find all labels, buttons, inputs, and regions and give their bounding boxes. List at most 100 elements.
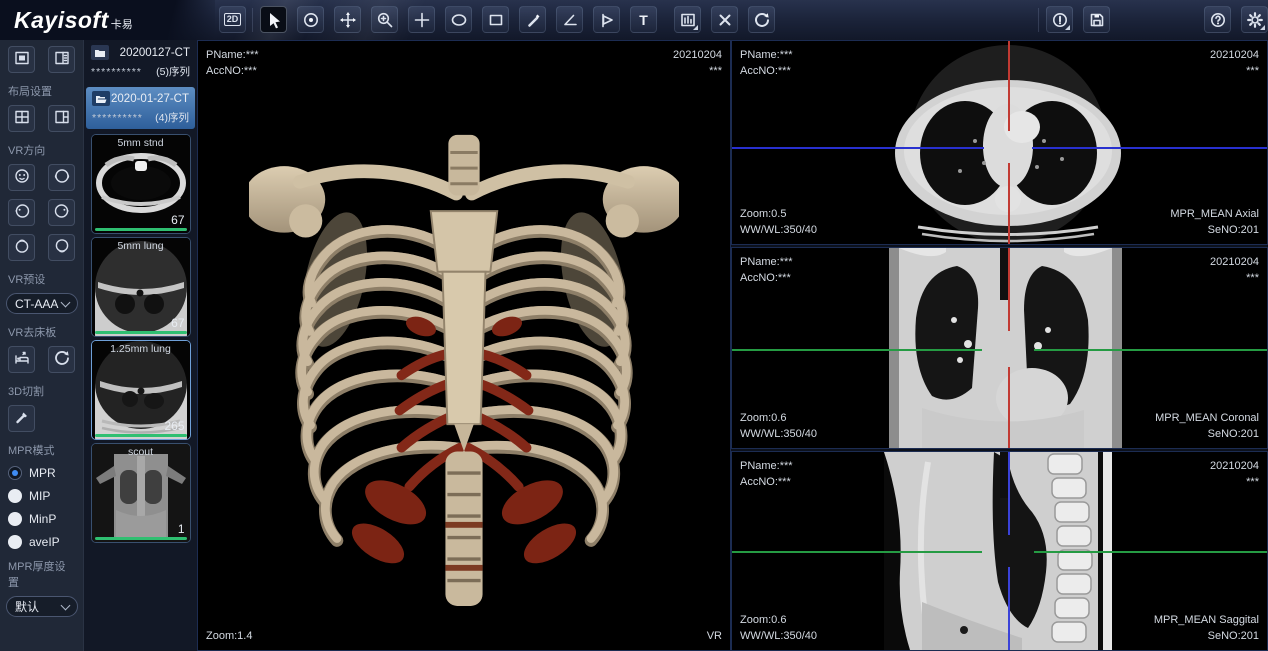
text-annotation-button[interactable]: T [630, 6, 657, 33]
crosshair-vertical-blue[interactable] [1008, 567, 1010, 650]
folder-icon [91, 45, 109, 60]
layout-report-icon [53, 49, 71, 70]
mpr-thickness-value: 默认 [15, 598, 39, 615]
zoom-tool-button[interactable] [371, 6, 398, 33]
reset-bed-button[interactable] [48, 346, 75, 373]
axial-zoom-overlay: Zoom:0.5 WW/WL:350/40 [740, 206, 817, 238]
scalpel-button[interactable] [8, 405, 35, 432]
mpr-option-minp[interactable]: MinP [0, 510, 83, 528]
viewport-sagittal[interactable]: PName:*** AccNO:*** 20210204 *** Zoom:0.… [731, 451, 1268, 651]
study-item-selected[interactable]: 2020-01-27-CT ********** (4)序列 [86, 87, 195, 129]
settings-button[interactable] [1241, 6, 1268, 33]
cut-3d-buttons [0, 405, 83, 432]
crosshair-horizontal-blue[interactable] [732, 147, 984, 149]
vr-preset-select[interactable]: CT-AAA [6, 293, 78, 314]
angle-measure-button[interactable] [556, 6, 583, 33]
head-anterior-icon [13, 167, 31, 188]
reset-button[interactable] [748, 6, 775, 33]
crosshair-vertical-red[interactable] [1008, 41, 1010, 131]
head-posterior-button[interactable] [48, 164, 75, 191]
mpr-option-mip[interactable]: MIP [0, 487, 83, 505]
save-button[interactable] [1083, 6, 1110, 33]
thumbnail-count: 67 [171, 316, 184, 330]
toolbar-middle-right [1046, 6, 1110, 33]
crosshair-vertical-red[interactable] [1008, 163, 1010, 244]
study-series-count: (4)序列 [155, 110, 189, 125]
axial-series-overlay: MPR_MEAN Axial SeNO:201 [1170, 206, 1259, 238]
mpr-option-aveip[interactable]: aveIP [0, 533, 83, 551]
histogram-button[interactable] [674, 6, 701, 33]
layout-report-button[interactable] [48, 46, 75, 73]
zoom-text: Zoom:0.6 [740, 612, 817, 628]
vr-preset-label: VR预设 [0, 269, 83, 293]
head-inferior-button[interactable] [48, 234, 75, 261]
study-date-text: 20210204 [673, 47, 722, 63]
crosshair-horizontal-green[interactable] [732, 349, 982, 351]
vr-direction-label: VR方向 [0, 140, 83, 164]
series-thumbnail-5mm-lung[interactable]: 5mm lung 67 [91, 237, 191, 337]
layout-2d-button[interactable]: 2D [219, 6, 246, 33]
masked-id-text: *** [1210, 63, 1259, 79]
head-right-icon [53, 202, 71, 223]
chevron-down-icon [61, 297, 71, 307]
delete-annotation-button[interactable] [711, 6, 738, 33]
series-thumbnail-125mm-lung[interactable]: 1.25mm lung 265 [91, 340, 191, 440]
pencil-measure-button[interactable] [519, 6, 546, 33]
layout-grid-2x2-button[interactable] [8, 105, 35, 132]
series-thumbnail-5mm-stnd[interactable]: 5mm stnd 67 [91, 134, 191, 234]
head-anterior-button[interactable] [8, 164, 35, 191]
crosshair-vertical-red[interactable] [1008, 248, 1010, 331]
viewport-axial[interactable]: PName:*** AccNO:*** 20210204 *** Zoom:0.… [731, 40, 1268, 245]
help-button[interactable] [1204, 6, 1231, 33]
magnifier-icon [376, 11, 394, 29]
crosshair-vertical-red[interactable] [1008, 367, 1010, 448]
crosshair-vertical-blue[interactable] [1008, 452, 1010, 535]
head-left-icon [13, 202, 31, 223]
study-item[interactable]: 20200127-CT ********** (5)序列 [84, 40, 197, 85]
sagittal-date-overlay: 20210204 *** [1210, 458, 1259, 490]
toolbar: 2D T [219, 6, 775, 33]
crosshair-horizontal-blue[interactable] [1032, 147, 1267, 149]
accno-text: AccNO:*** [206, 63, 259, 79]
viewport-coronal[interactable]: PName:*** AccNO:*** 20210204 *** Zoom:0.… [731, 247, 1268, 449]
head-right-button[interactable] [48, 199, 75, 226]
vr-bed-buttons [0, 346, 83, 373]
pointer-tool-button[interactable] [260, 6, 287, 33]
rect-roi-button[interactable] [482, 6, 509, 33]
masked-id-text: *** [1210, 474, 1259, 490]
vr-zoom-overlay: Zoom:1.4 [206, 628, 252, 644]
vr-direction-row1 [0, 164, 83, 191]
accno-text: AccNO:*** [740, 474, 793, 490]
angle-icon [561, 11, 579, 29]
window-level-button[interactable] [297, 6, 324, 33]
series-thumbnail-scout[interactable]: scout 1 [91, 443, 191, 543]
ellipse-icon [450, 11, 468, 29]
crosshair-horizontal-green[interactable] [1034, 551, 1267, 553]
remove-bed-button[interactable] [8, 346, 35, 373]
wwwl-text: WW/WL:350/40 [740, 222, 817, 238]
mpr-thickness-select[interactable]: 默认 [6, 596, 78, 617]
pan-button[interactable] [334, 6, 361, 33]
layout-single-button[interactable] [8, 46, 35, 73]
crosshair-horizontal-green[interactable] [732, 551, 982, 553]
thumbnail-progress [95, 537, 187, 540]
crosshair-tool-button[interactable] [408, 6, 435, 33]
study-date-text: 20210204 [1210, 254, 1259, 270]
layout-settings-label: 布局设置 [0, 81, 83, 105]
cobb-angle-button[interactable] [593, 6, 620, 33]
info-button[interactable] [1046, 6, 1073, 33]
axial-date-overlay: 20210204 *** [1210, 47, 1259, 79]
head-superior-button[interactable] [8, 234, 35, 261]
toolbar-separator-right [1038, 8, 1039, 32]
mpr-option-mpr[interactable]: MPR [0, 464, 83, 482]
layout-1-2-button[interactable] [48, 105, 75, 132]
pan-icon [339, 11, 357, 29]
viewport-vr[interactable]: PName:*** AccNO:*** 20210204 *** Zoom:1.… [197, 40, 731, 651]
pname-text: PName:*** [740, 458, 793, 474]
pname-text: PName:*** [206, 47, 259, 63]
crosshair-horizontal-green[interactable] [1034, 349, 1267, 351]
head-left-button[interactable] [8, 199, 35, 226]
accno-text: AccNO:*** [740, 63, 793, 79]
ellipse-roi-button[interactable] [445, 6, 472, 33]
radio-icon [8, 535, 22, 549]
